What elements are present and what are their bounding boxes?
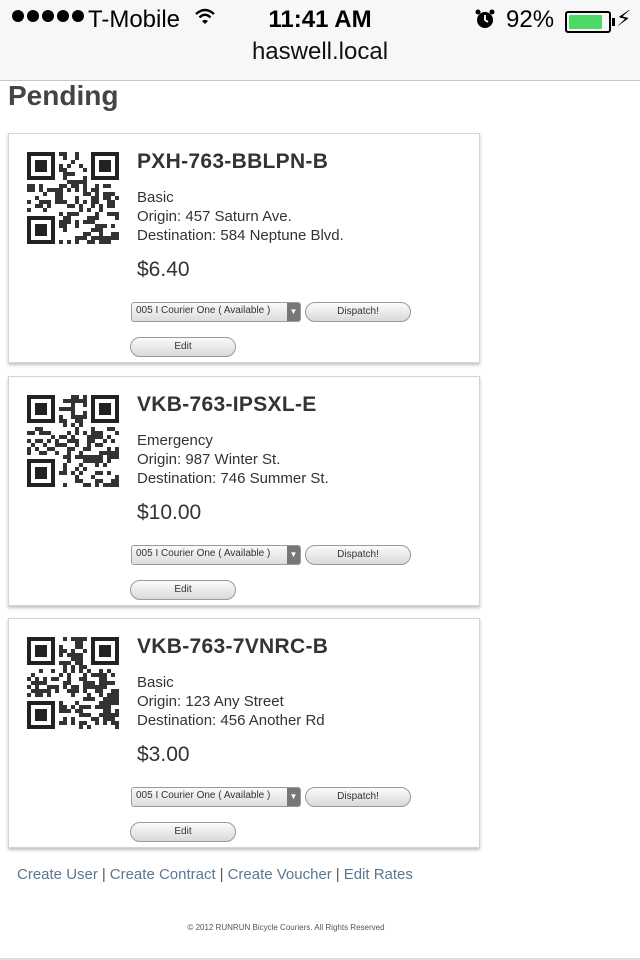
charging-bolt-icon: ⚡︎: [616, 6, 632, 31]
order-card: VKB-763-IPSXL-E Emergency Origin: 987 Wi…: [8, 376, 480, 606]
footer-links: Create User | Create Contract | Create Vouch…: [17, 866, 413, 883]
order-code: VKB-763-IPSXL-E: [137, 393, 317, 416]
chevron-down-icon: ▼: [287, 546, 300, 564]
alarm-clock-icon: [474, 8, 496, 37]
courier-select-value: 005 I Courier One ( Available ): [136, 548, 271, 559]
separator: |: [101, 866, 106, 883]
order-details: Basic Origin: 457 Saturn Ave. Destinatio…: [137, 188, 344, 245]
battery-percent: 92%: [506, 6, 555, 33]
service-type: Emergency: [137, 432, 213, 449]
destination-address: Destination: 456 Another Rd: [137, 712, 325, 729]
courier-select[interactable]: 005 I Courier One ( Available ) ▼: [131, 545, 301, 565]
edit-rates-link[interactable]: Edit Rates: [344, 866, 413, 883]
order-code: PXH-763-BBLPN-B: [137, 150, 329, 173]
dispatch-button[interactable]: Dispatch!: [305, 787, 411, 807]
origin-address: Origin: 457 Saturn Ave.: [137, 208, 292, 225]
separator: |: [219, 866, 224, 883]
destination-address: Destination: 746 Summer St.: [137, 470, 329, 487]
separator: |: [335, 866, 340, 883]
qr-code-icon: [27, 637, 119, 729]
chevron-down-icon: ▼: [287, 303, 300, 321]
service-type: Basic: [137, 674, 174, 691]
order-price: $3.00: [137, 743, 190, 766]
qr-code-icon: [27, 395, 119, 487]
edit-button[interactable]: Edit: [130, 822, 236, 842]
battery-icon: [565, 11, 615, 33]
order-price: $6.40: [137, 258, 190, 281]
service-type: Basic: [137, 189, 174, 206]
url-bar[interactable]: haswell.local: [0, 38, 640, 66]
order-details: Emergency Origin: 987 Winter St. Destina…: [137, 431, 329, 488]
chevron-down-icon: ▼: [287, 788, 300, 806]
copyright-notice: © 2012 RUNRUN Bicycle Couriers. All Righ…: [187, 923, 385, 932]
courier-select-value: 005 I Courier One ( Available ): [136, 305, 271, 316]
create-contract-link[interactable]: Create Contract: [110, 866, 216, 883]
origin-address: Origin: 987 Winter St.: [137, 451, 281, 468]
order-details: Basic Origin: 123 Any Street Destination…: [137, 673, 325, 730]
dispatch-button[interactable]: Dispatch!: [305, 302, 411, 322]
create-voucher-link[interactable]: Create Voucher: [228, 866, 332, 883]
page-title: Pending: [8, 80, 119, 111]
order-code: VKB-763-7VNRC-B: [137, 635, 329, 658]
qr-code-icon: [27, 152, 119, 244]
destination-address: Destination: 584 Neptune Blvd.: [137, 227, 344, 244]
courier-select[interactable]: 005 I Courier One ( Available ) ▼: [131, 302, 301, 322]
edit-button[interactable]: Edit: [130, 337, 236, 357]
origin-address: Origin: 123 Any Street: [137, 693, 284, 710]
order-card: PXH-763-BBLPN-B Basic Origin: 457 Saturn…: [8, 133, 480, 363]
order-price: $10.00: [137, 501, 202, 524]
order-card: VKB-763-7VNRC-B Basic Origin: 123 Any St…: [8, 618, 480, 848]
create-user-link[interactable]: Create User: [17, 866, 98, 883]
status-bar: T-Mobile 11:41 AM 92% ⚡︎ haswell.local: [0, 0, 640, 81]
courier-select[interactable]: 005 I Courier One ( Available ) ▼: [131, 787, 301, 807]
courier-select-value: 005 I Courier One ( Available ): [136, 790, 271, 801]
edit-button[interactable]: Edit: [130, 580, 236, 600]
dispatch-button[interactable]: Dispatch!: [305, 545, 411, 565]
